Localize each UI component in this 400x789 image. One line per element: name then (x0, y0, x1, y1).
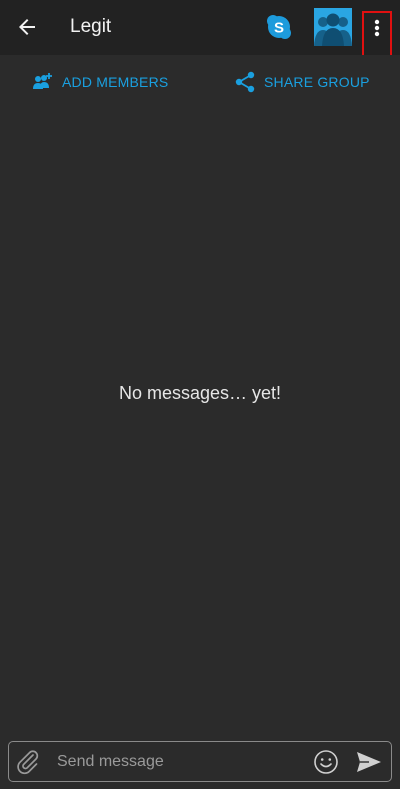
more-options-button[interactable] (362, 11, 392, 58)
add-person-icon (32, 72, 54, 92)
empty-state-message: No messages… yet! (118, 383, 282, 403)
paperclip-icon (17, 750, 39, 775)
add-members-button[interactable]: ADD MEMBERS (32, 55, 168, 109)
add-members-label: ADD MEMBERS (62, 74, 169, 90)
arrow-back-icon (19, 19, 35, 35)
share-icon (234, 71, 256, 93)
message-composer (8, 741, 392, 782)
share-group-button[interactable]: SHARE GROUP (234, 55, 370, 109)
group-avatar-icon (314, 8, 352, 46)
skype-logo-letter: S (274, 20, 284, 37)
app-bar: Legit S (0, 0, 400, 58)
send-icon (357, 752, 381, 772)
skype-icon: S (267, 15, 291, 39)
attach-button[interactable] (15, 749, 41, 775)
group-actions-bar: ADD MEMBERS SHARE GROUP (0, 55, 400, 109)
chat-title: Legit (70, 16, 112, 37)
group-avatar[interactable] (314, 8, 352, 46)
emoji-icon (314, 750, 338, 774)
emoji-button[interactable] (313, 749, 339, 775)
chat-screen: Legit S ADD MEMBERS SHARE GROUP No messa… (0, 0, 400, 789)
skype-button[interactable]: S (266, 14, 292, 40)
message-input[interactable] (57, 748, 307, 776)
send-button[interactable] (355, 750, 383, 774)
back-button[interactable] (12, 12, 42, 42)
more-vertical-icon (374, 19, 380, 37)
share-group-label: SHARE GROUP (264, 74, 370, 90)
